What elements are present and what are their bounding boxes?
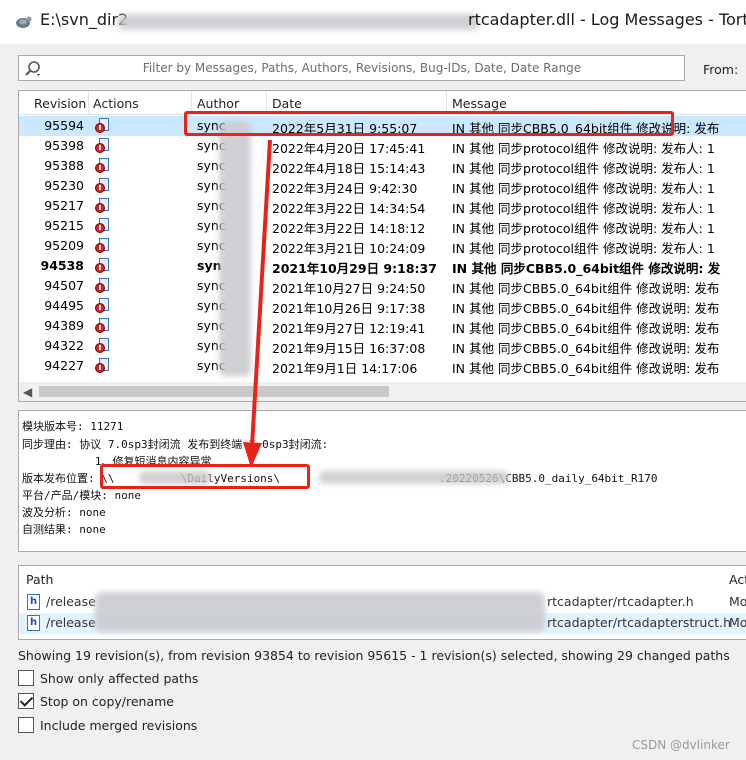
annotation-arrow bbox=[243, 139, 272, 468]
